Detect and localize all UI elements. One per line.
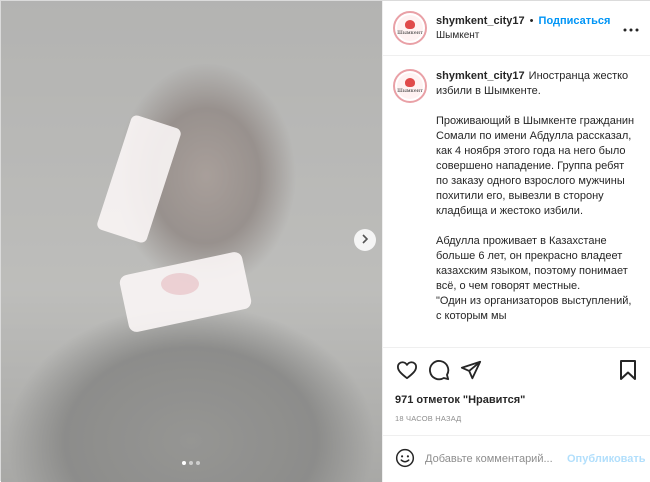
likes-count[interactable]: 971 отметок "Нравится" bbox=[395, 394, 640, 406]
caption-scroll-area[interactable]: Шымкент shymkent_city17 Иностранца жестко… bbox=[383, 57, 650, 347]
caption-text: shymkent_city17 Иностранца жестко избили … bbox=[436, 69, 636, 339]
caption-username-link[interactable]: shymkent_city17 bbox=[436, 70, 525, 82]
bookmark-icon[interactable] bbox=[616, 358, 640, 382]
caption-paragraph: shymkent_city17 Иностранца жестко избили … bbox=[436, 69, 636, 99]
avatar[interactable]: Шымкент bbox=[393, 11, 427, 45]
carousel-dot bbox=[182, 461, 186, 465]
avatar-logo: Шымкент bbox=[397, 15, 423, 41]
location-link[interactable]: Шымкент bbox=[436, 30, 621, 41]
separator: • bbox=[529, 15, 534, 27]
publish-comment-button[interactable]: Опубликовать bbox=[567, 453, 646, 465]
avatar-logo-text: Шымкент bbox=[397, 30, 423, 36]
header-text: shymkent_city17 • Подписаться Шымкент bbox=[436, 15, 621, 41]
photo-overlay bbox=[1, 1, 382, 482]
comment-form: Опубликовать bbox=[383, 435, 650, 482]
comment-icon[interactable] bbox=[427, 358, 451, 382]
carousel-dot bbox=[189, 461, 193, 465]
caption-avatar[interactable]: Шымкент bbox=[393, 69, 427, 103]
emoji-icon[interactable] bbox=[395, 448, 415, 471]
more-icon bbox=[623, 19, 639, 37]
post-header: Шымкент shymkent_city17 • Подписаться Шы… bbox=[383, 1, 650, 56]
share-icon[interactable] bbox=[459, 358, 483, 382]
heart-icon[interactable] bbox=[395, 358, 419, 382]
header-line: shymkent_city17 • Подписаться bbox=[436, 15, 621, 27]
action-icons bbox=[395, 358, 640, 382]
caption-paragraph: Абдулла проживает в Казахстане больше 6 … bbox=[436, 235, 632, 322]
post-actions: 971 отметок "Нравится" 18 ЧАСОВ НАЗАД bbox=[383, 347, 650, 423]
post-media[interactable] bbox=[1, 1, 382, 482]
post-timestamp[interactable]: 18 ЧАСОВ НАЗАД bbox=[395, 414, 640, 423]
follow-button[interactable]: Подписаться bbox=[539, 15, 611, 27]
caption-paragraph: Проживающий в Шымкенте гражданин Сомали … bbox=[436, 115, 635, 217]
logo-heart-icon bbox=[405, 78, 415, 87]
avatar-logo-text: Шымкент bbox=[397, 88, 423, 94]
carousel-indicator bbox=[182, 461, 200, 465]
avatar-logo: Шымкент bbox=[397, 73, 423, 99]
logo-heart-icon bbox=[405, 20, 415, 29]
instagram-post-dialog: Шымкент shymkent_city17 • Подписаться Шы… bbox=[0, 0, 650, 482]
username-link[interactable]: shymkent_city17 bbox=[436, 15, 525, 27]
caption: Шымкент shymkent_city17 Иностранца жестко… bbox=[393, 69, 642, 339]
more-options-button[interactable] bbox=[621, 18, 641, 38]
next-slide-button[interactable] bbox=[354, 229, 376, 251]
post-side-panel: Шымкент shymkent_city17 • Подписаться Шы… bbox=[382, 1, 650, 482]
carousel-dot bbox=[196, 461, 200, 465]
comment-input[interactable] bbox=[425, 453, 567, 465]
chevron-right-icon bbox=[361, 233, 369, 247]
